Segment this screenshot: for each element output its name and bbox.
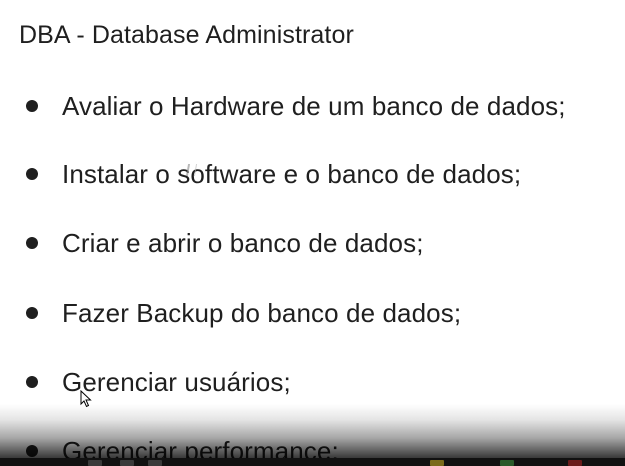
list-item: Fazer Backup do banco de dados; [0, 293, 625, 333]
list-item-text: Instalar o software e o banco de dados; [62, 159, 522, 189]
list-item: Instalar o software e o banco de dados; [0, 154, 625, 194]
list-item-text: Fazer Backup do banco de dados; [62, 298, 462, 328]
list-item-text: Avaliar o Hardware de um banco de dados; [62, 91, 566, 121]
taskbar-app-icon[interactable] [148, 460, 162, 466]
taskbar-app-icon[interactable] [120, 460, 134, 466]
bullet-dot-icon [26, 376, 38, 388]
list-item-text: Criar e abrir o banco de dados; [62, 228, 424, 258]
taskbar-app-icon[interactable] [568, 460, 582, 466]
bullet-dot-icon [26, 445, 38, 457]
list-item: Avaliar o Hardware de um banco de dados; [0, 86, 625, 126]
bullet-list: Avaliar o Hardware de um banco de dados;… [0, 0, 625, 466]
bullet-dot-icon [26, 100, 38, 112]
bullet-dot-icon [26, 237, 38, 249]
bullet-dot-icon [26, 168, 38, 180]
bullet-dot-icon [26, 307, 38, 319]
list-item: Gerenciar usuários; [0, 362, 625, 402]
taskbar-app-icon[interactable] [500, 460, 514, 466]
taskbar-app-icon[interactable] [430, 460, 444, 466]
taskbar-app-icon[interactable] [88, 460, 102, 466]
document-page: DBA - Database Administrator Avaliar o H… [0, 0, 625, 466]
list-item-text: Gerenciar usuários; [62, 367, 291, 397]
list-item: Criar e abrir o banco de dados; [0, 223, 625, 263]
mouse-pointer-icon [80, 390, 92, 408]
